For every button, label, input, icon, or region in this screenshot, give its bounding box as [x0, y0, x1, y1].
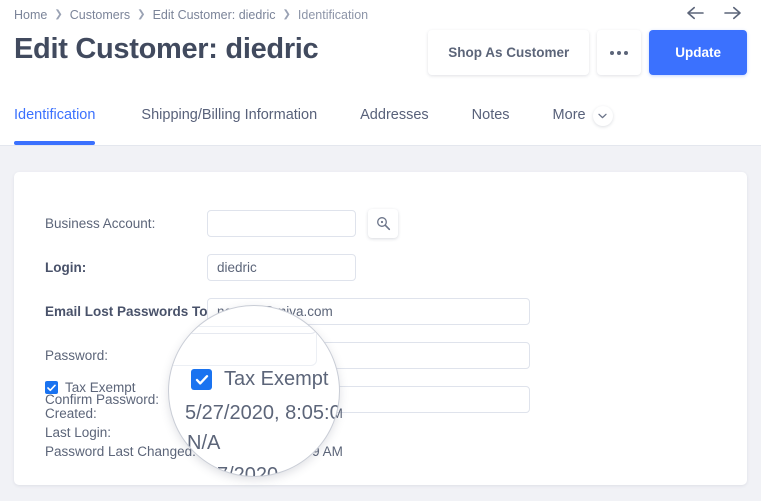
update-button[interactable]: Update: [649, 30, 747, 75]
breadcrumb-separator: ❯: [282, 9, 291, 20]
magnifier-lens: Tax Exempt 5/27/2020, 8:05:0 N/A 7/2020,…: [168, 305, 340, 477]
magnified-tax-exempt-checkbox[interactable]: [191, 369, 212, 390]
magnified-created-value: 5/27/2020, 8:05:0: [185, 402, 340, 424]
breadcrumb-item-identification: Identification: [297, 8, 369, 22]
magnifier-content: Tax Exempt 5/27/2020, 8:05:0 N/A 7/2020,…: [169, 306, 340, 477]
breadcrumb: Home ❯ Customers ❯ Edit Customer: diedri…: [14, 5, 368, 25]
tab-identification[interactable]: Identification: [14, 100, 96, 145]
more-actions-button[interactable]: [597, 30, 642, 75]
magnified-password-changed-value: 7/2020, 8: [217, 464, 301, 477]
breadcrumb-separator: ❯: [54, 9, 63, 20]
business-account-input[interactable]: [207, 209, 356, 237]
ellipsis-dot-icon: [617, 50, 622, 55]
field-row-business-account: Business Account:: [45, 208, 735, 238]
tax-exempt-label: Tax Exempt: [65, 380, 136, 395]
chevron-down-icon[interactable]: [592, 105, 613, 126]
breadcrumb-item-customers[interactable]: Customers: [70, 8, 130, 22]
tax-exempt-row: Tax Exempt: [45, 380, 136, 395]
field-row-password: Password:: [45, 341, 735, 369]
tab-addresses[interactable]: Addresses: [360, 100, 429, 145]
header-actions: Shop As Customer Update: [428, 30, 747, 75]
login-input[interactable]: [207, 253, 356, 281]
tax-exempt-checkbox[interactable]: [45, 381, 58, 394]
identification-form: Business Account: Login: Email Lost Pass…: [45, 208, 735, 413]
field-row-email-lost-passwords: Email Lost Passwords To:: [45, 297, 735, 325]
history-navigation: [685, 2, 743, 24]
tab-bar: Identification Shipping/Billing Informat…: [0, 100, 761, 146]
arrow-left-icon[interactable]: [685, 2, 707, 24]
login-label: Login:: [45, 259, 87, 275]
search-icon[interactable]: [368, 208, 398, 238]
business-account-label: Business Account:: [45, 215, 156, 231]
tab-more-dropdown[interactable]: More: [553, 100, 613, 145]
shop-as-customer-button[interactable]: Shop As Customer: [428, 30, 590, 75]
page-header: Home ❯ Customers ❯ Edit Customer: diedri…: [0, 0, 761, 146]
breadcrumb-item-edit-customer[interactable]: Edit Customer: diedric: [153, 8, 276, 22]
breadcrumb-separator: ❯: [137, 9, 146, 20]
tab-shipping-billing-information[interactable]: Shipping/Billing Information: [141, 100, 317, 145]
breadcrumb-item-home[interactable]: Home: [14, 8, 47, 22]
magnified-tax-exempt-row: Tax Exempt: [191, 368, 328, 391]
tab-more-label: More: [552, 107, 586, 124]
arrow-right-icon[interactable]: [721, 2, 743, 24]
page-title: Edit Customer: diedric: [14, 33, 319, 65]
magnified-field-outline: [169, 326, 317, 366]
tab-notes[interactable]: Notes: [472, 100, 510, 145]
field-row-login: Login:: [45, 253, 735, 281]
ellipsis-dot-icon: [610, 50, 615, 55]
identification-card: Business Account: Login: Email Lost Pass…: [14, 172, 747, 485]
magnified-tax-exempt-label: Tax Exempt: [224, 368, 329, 390]
magnified-last-login-value: N/A: [187, 432, 221, 454]
ellipsis-dot-icon: [624, 50, 629, 55]
